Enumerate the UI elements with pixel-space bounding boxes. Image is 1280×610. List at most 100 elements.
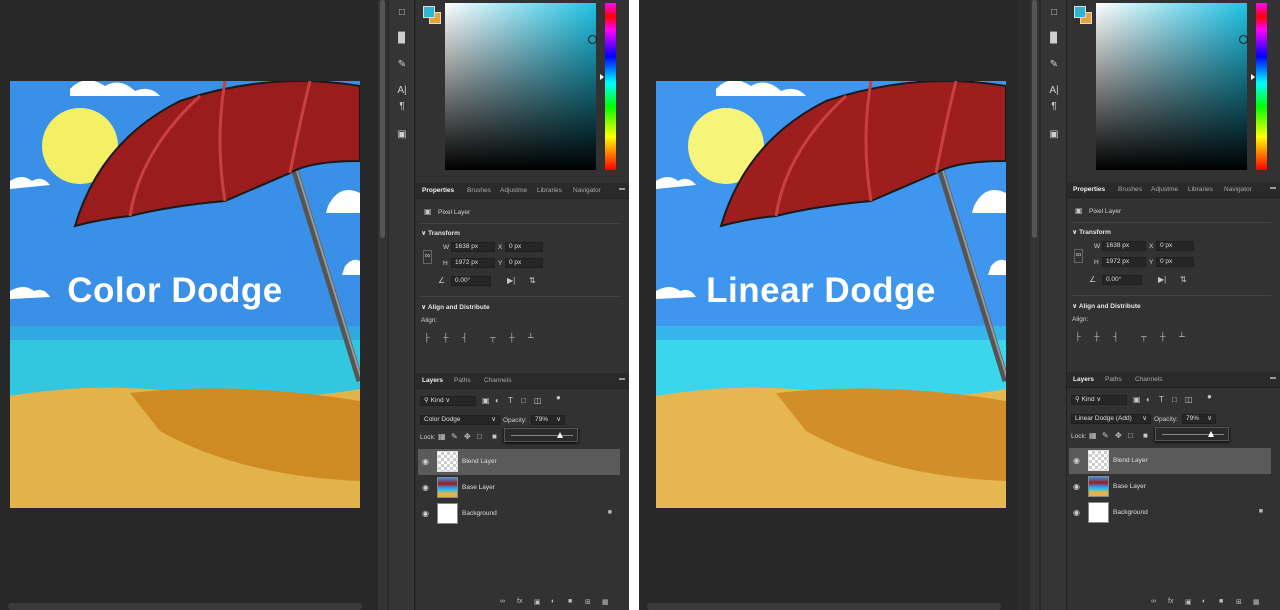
lock-icon[interactable]: ■	[1259, 508, 1263, 515]
filter-toggle-icon[interactable]: ●	[1207, 392, 1212, 402]
tab-properties[interactable]: Properties	[422, 183, 454, 199]
filter-smart-object-icon[interactable]: ◫	[534, 396, 542, 406]
layer-row-base[interactable]: ◉ Base Layer	[418, 475, 620, 501]
link-layers-icon[interactable]: ∞	[500, 598, 505, 605]
filter-pixel-icon[interactable]: ▣	[1133, 395, 1141, 405]
link-dimensions-icon[interactable]: ∞	[1074, 249, 1083, 263]
opacity-slider-popup[interactable]	[1155, 427, 1229, 441]
trash-icon[interactable]: ▦	[1253, 598, 1260, 606]
transform-heading[interactable]: ∨ Transform	[421, 229, 460, 237]
layer-row-blend[interactable]: ◉ Blend Layer	[418, 449, 620, 475]
hue-slider[interactable]	[605, 3, 616, 170]
add-mask-icon[interactable]: ▣	[534, 598, 541, 606]
tab-libraries[interactable]: Libraries	[537, 183, 562, 199]
eye-icon[interactable]: ◉	[1073, 456, 1080, 465]
filter-adjustment-icon[interactable]: ◐	[1146, 395, 1151, 405]
hue-slider-marker[interactable]	[1251, 74, 1255, 80]
document-canvas-area[interactable]: Color Dodge	[0, 0, 378, 610]
blend-mode-select[interactable]: Color Dodge ∨	[420, 415, 500, 425]
x-input[interactable]: 0 px	[505, 242, 543, 252]
horizontal-scrollbar[interactable]	[647, 603, 1001, 610]
lock-icon[interactable]: ■	[608, 509, 612, 516]
paragraph-icon[interactable]: ¶	[394, 100, 410, 114]
align-right-icon[interactable]: ┤	[462, 333, 468, 343]
beach-artwork[interactable]: Color Dodge	[10, 81, 360, 508]
link-dimensions-icon[interactable]: ∞	[423, 250, 432, 264]
angle-input[interactable]: 0.00°	[1102, 275, 1142, 285]
filter-type-icon[interactable]: T	[508, 396, 513, 406]
layer-filter-select[interactable]: ⚲ Kind ∨	[420, 396, 476, 406]
eye-icon[interactable]: ◉	[1073, 508, 1080, 517]
tab-brushes[interactable]: Brushes	[1118, 182, 1142, 198]
opacity-slider-track[interactable]	[1162, 434, 1224, 435]
scroll-thumb[interactable]	[380, 0, 385, 238]
height-input[interactable]: 1972 px	[451, 258, 495, 268]
character-icon[interactable]: A|	[1046, 84, 1062, 98]
color-picker-ring[interactable]	[1239, 35, 1248, 44]
group-folder-icon[interactable]: ■	[568, 598, 572, 605]
tab-brushes[interactable]: Brushes	[467, 183, 491, 199]
height-input[interactable]: 1972 px	[1102, 257, 1146, 267]
saturation-value-field[interactable]	[1096, 3, 1248, 170]
opacity-slider-track[interactable]	[511, 435, 573, 436]
opacity-slider-popup[interactable]	[504, 428, 578, 442]
lock-transparent-icon[interactable]: ▦	[1089, 431, 1097, 441]
lock-all-icon[interactable]: ■	[1143, 431, 1148, 441]
align-vcenter-icon[interactable]: ┼	[1160, 332, 1166, 342]
comment-icon[interactable]: □	[1046, 6, 1062, 20]
eye-icon[interactable]: ◉	[422, 457, 429, 466]
eye-icon[interactable]: ◉	[422, 509, 429, 518]
align-top-icon[interactable]: ┬	[1141, 332, 1147, 342]
new-layer-icon[interactable]: ⊞	[585, 598, 591, 606]
group-folder-icon[interactable]: ■	[1219, 598, 1223, 605]
flip-vertical-icon[interactable]: ⇅	[1180, 275, 1187, 285]
fx-icon[interactable]: fx	[517, 598, 522, 605]
eye-icon[interactable]: ◉	[422, 483, 429, 492]
paragraph-icon[interactable]: ¶	[1046, 100, 1062, 114]
adjustment-layer-icon[interactable]: ◐	[1202, 598, 1206, 605]
foreground-color-swatch[interactable]	[423, 6, 435, 18]
fx-icon[interactable]: fx	[1168, 598, 1173, 605]
vertical-scrollbar[interactable]	[378, 0, 387, 610]
y-input[interactable]: 0 px	[1156, 257, 1194, 267]
align-left-icon[interactable]: ├	[1075, 332, 1081, 342]
histogram-icon[interactable]: ▉	[394, 32, 410, 46]
filter-adjustment-icon[interactable]: ◐	[495, 396, 500, 406]
hue-slider-marker[interactable]	[600, 74, 604, 80]
link-layers-icon[interactable]: ∞	[1151, 598, 1156, 605]
lock-position-icon[interactable]: ✥	[464, 432, 471, 442]
tab-libraries[interactable]: Libraries	[1188, 182, 1213, 198]
tab-layers[interactable]: Layers	[422, 373, 443, 389]
tab-layers[interactable]: Layers	[1073, 372, 1094, 388]
brush-settings-icon[interactable]: ✎	[1046, 58, 1062, 72]
comment-icon[interactable]: □	[394, 6, 410, 20]
opacity-slider-knob[interactable]	[556, 432, 563, 438]
width-input[interactable]: 1638 px	[1102, 241, 1146, 251]
flip-horizontal-icon[interactable]: ▶|	[1158, 275, 1166, 285]
align-vcenter-icon[interactable]: ┼	[509, 333, 515, 343]
lock-artboard-icon[interactable]: □	[477, 432, 482, 442]
panel-menu-icon[interactable]	[1270, 187, 1276, 189]
transform-heading[interactable]: ∨ Transform	[1072, 228, 1111, 236]
flip-horizontal-icon[interactable]: ▶|	[507, 276, 515, 286]
tab-properties[interactable]: Properties	[1073, 182, 1105, 198]
layer-row-blend[interactable]: ◉ Blend Layer	[1069, 448, 1271, 474]
panel-menu-icon[interactable]	[619, 378, 625, 380]
tab-channels[interactable]: Channels	[1135, 372, 1162, 388]
tab-navigator[interactable]: Navigator	[1224, 182, 1252, 198]
opacity-input[interactable]: 79% ∨	[1182, 414, 1216, 424]
align-hcenter-icon[interactable]: ┼	[1094, 332, 1100, 342]
angle-input[interactable]: 0.00°	[451, 276, 491, 286]
3d-cube-icon[interactable]: ▣	[1046, 128, 1062, 142]
align-hcenter-icon[interactable]: ┼	[443, 333, 449, 343]
filter-toggle-icon[interactable]: ●	[556, 393, 561, 403]
adjustment-layer-icon[interactable]: ◐	[551, 598, 555, 605]
opacity-input[interactable]: 79% ∨	[531, 415, 565, 425]
align-heading[interactable]: ∨ Align and Distribute	[1072, 302, 1141, 310]
lock-image-icon[interactable]: ✎	[451, 432, 458, 442]
layer-row-background[interactable]: ◉ Background ■	[418, 501, 620, 527]
align-right-icon[interactable]: ┤	[1113, 332, 1119, 342]
x-input[interactable]: 0 px	[1156, 241, 1194, 251]
layer-row-base[interactable]: ◉ Base Layer	[1069, 474, 1271, 500]
lock-transparent-icon[interactable]: ▦	[438, 432, 446, 442]
